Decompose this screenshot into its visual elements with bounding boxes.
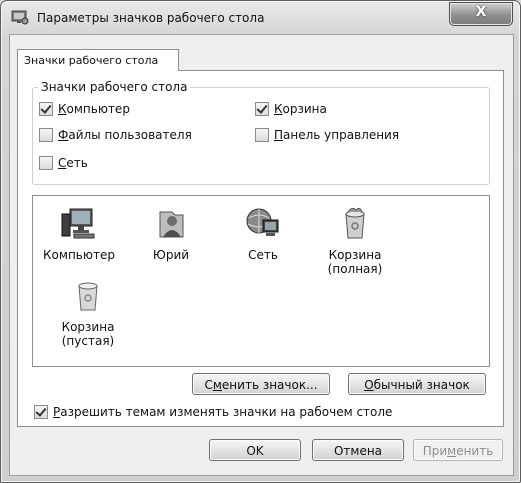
close-button[interactable]: X <box>449 2 513 26</box>
checkbox-label: Компьютер <box>58 102 130 116</box>
checkbox-label: Сеть <box>58 156 88 170</box>
checkbox-computer[interactable]: Компьютер <box>39 102 130 116</box>
icon-item-network[interactable]: Сеть <box>223 206 303 262</box>
btn-text: бычный значок <box>373 378 470 392</box>
label-rest: айлы пользователя <box>68 128 192 142</box>
icon-label-line1: Корзина <box>61 320 115 334</box>
icon-label: Юрий <box>152 248 190 262</box>
network-icon <box>246 208 279 236</box>
recycle-bin-empty-icon <box>78 282 98 311</box>
accel-key: м <box>447 444 457 458</box>
icon-label-line2: (пустая) <box>61 334 115 348</box>
recycle-bin-full-icon <box>345 207 365 239</box>
checkbox-allow-themes[interactable]: Разрешить темам изменять значки на рабоч… <box>34 405 392 419</box>
btn-text: енить значок... <box>221 378 318 392</box>
dialog-client-area: Значки рабочего стола Значки рабочего ст… <box>9 34 514 476</box>
btn-text: При <box>422 444 448 458</box>
icon-label: Сеть <box>248 248 278 262</box>
checkbox-network[interactable]: Сеть <box>39 156 88 170</box>
label-rest: орзина <box>282 102 327 116</box>
close-icon: X <box>475 4 487 20</box>
checkbox-box[interactable] <box>39 128 53 142</box>
icon-item-recycle-bin-empty[interactable]: Корзина (пустая) <box>48 278 128 348</box>
dialog-window: Параметры значков рабочего стола X Значк… <box>0 0 521 483</box>
checkbox-box[interactable] <box>255 128 269 142</box>
checkbox-control-panel[interactable]: Панель управления <box>255 128 399 142</box>
accel-key: К <box>58 102 67 116</box>
btn-text: Отмена <box>333 444 383 458</box>
btn-text: С <box>204 378 213 392</box>
ok-button[interactable]: OK <box>209 439 301 461</box>
checkbox-user-files[interactable]: Файлы пользователя <box>39 128 192 142</box>
group-legend: Значки рабочего стола <box>38 80 191 94</box>
accel-key: м <box>212 378 222 392</box>
computer-icon <box>61 208 95 239</box>
icon-list[interactable]: Компьютер Юрий Сеть Корзина (полная) Кор… <box>32 195 490 367</box>
checkbox-recycle-bin[interactable]: Корзина <box>255 102 327 116</box>
label-rest: омпьютер <box>66 102 130 116</box>
accel-key: Ф <box>58 128 69 142</box>
icon-label: Компьютер <box>43 248 115 262</box>
label-rest: еть <box>66 156 88 170</box>
checkbox-label: Файлы пользователя <box>58 128 192 142</box>
user-folder-icon <box>159 211 184 238</box>
accel-key: К <box>274 102 283 116</box>
icon-item-computer[interactable]: Компьютер <box>39 206 119 262</box>
tab-panel: Значки рабочего стола Компьютер Корзина … <box>17 70 504 427</box>
checkbox-label: Разрешить темам изменять значки на рабоч… <box>53 405 392 419</box>
checkbox-box[interactable] <box>34 405 48 419</box>
desktop-settings-icon <box>11 10 29 25</box>
default-icon-button[interactable]: Обычный значок <box>348 373 486 395</box>
tab-desktop-icons[interactable]: Значки рабочего стола <box>17 49 179 71</box>
checkbox-box[interactable] <box>39 102 53 116</box>
checkbox-box[interactable] <box>39 156 53 170</box>
desktop-icons-group: Значки рабочего стола Компьютер Корзина … <box>32 80 490 185</box>
icon-item-user-folder[interactable]: Юрий <box>131 206 211 262</box>
btn-text: OK <box>246 444 264 458</box>
tab-label: Значки рабочего стола <box>24 54 159 67</box>
cancel-button[interactable]: Отмена <box>312 439 404 461</box>
checkbox-label: Панель управления <box>274 128 399 142</box>
checkbox-box[interactable] <box>255 102 269 116</box>
window-title: Параметры значков рабочего стола <box>37 11 265 25</box>
change-icon-button[interactable]: Сменить значок... <box>192 373 330 395</box>
checkbox-label: Корзина <box>274 102 327 116</box>
label-rest: азрешить темам изменять значки на рабоче… <box>60 405 393 419</box>
btn-text: енить <box>456 444 494 458</box>
title-bar[interactable]: Параметры значков рабочего стола X <box>1 1 520 35</box>
accel-key: О <box>364 378 374 392</box>
icon-label-line2: (полная) <box>327 262 383 276</box>
apply-button[interactable]: Применить <box>413 439 503 461</box>
accel-key: П <box>274 128 284 142</box>
icon-label-line1: Корзина <box>328 248 382 262</box>
label-rest: анель управления <box>283 128 400 142</box>
icon-item-recycle-bin-full[interactable]: Корзина (полная) <box>315 206 395 276</box>
